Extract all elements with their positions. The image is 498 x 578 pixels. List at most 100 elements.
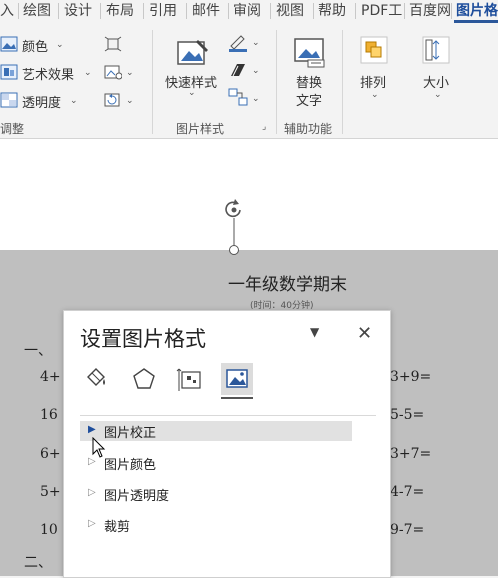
effects-tab[interactable] [128,363,160,395]
tab-picture-format[interactable]: 图片格 [456,0,498,22]
tab-separator [355,3,356,19]
pane-options-dropdown[interactable]: ▼ [310,325,319,339]
tab-separator [18,3,19,19]
compress-pictures-icon[interactable] [104,36,122,52]
section-label: 图片颜色 [104,458,157,473]
tab-separator [100,3,101,19]
math-problem-left: 10 [40,522,58,538]
math-problem-left: 4+ [40,369,61,385]
picture-border-icon[interactable] [228,34,248,52]
reset-picture-icon[interactable] [104,92,122,108]
document-title: 一年级数学期末 [228,275,347,295]
chevron-down-icon[interactable]: ⌄ [126,96,134,106]
math-problem-right: 5-5= [390,407,425,423]
section-one-heading: 一、 [24,343,52,359]
section-crop[interactable]: ▷ 裁剪 [80,515,352,535]
tab-help[interactable]: 帮助 [318,0,346,22]
chevron-down-icon[interactable]: ⌄ [188,88,196,98]
tab-separator [404,3,405,19]
chevron-down-icon[interactable]: ⌄ [70,96,78,106]
chevron-down-icon[interactable]: ⌄ [252,66,260,76]
tab-separator [143,3,144,19]
group-label-adjust: 调整 [0,122,25,136]
chevron-down-icon[interactable]: ⌄ [434,90,442,100]
section-picture-transparency[interactable]: ▷ 图片透明度 [80,484,352,504]
size-button[interactable]: 大小 [423,72,449,91]
tab-view[interactable]: 视图 [276,0,304,22]
artistic-effects-icon [0,64,18,80]
group-label-picture-styles: 图片样式 [176,122,225,136]
tab-separator [451,3,452,19]
group-separator [276,30,277,134]
artistic-effects-button[interactable]: 艺术效果 [22,64,74,83]
picture-layout-icon[interactable] [228,88,248,106]
transparency-button[interactable]: 透明度 [22,92,61,111]
tab-separator [228,3,229,19]
math-problem-right: 3+7= [390,446,432,462]
picture-effects-icon[interactable] [228,62,248,78]
color-button[interactable]: 颜色 [22,36,48,55]
tab-separator [313,3,314,19]
group-separator [342,30,343,134]
tab-review[interactable]: 审阅 [233,0,261,22]
alt-text-icon[interactable] [294,38,326,68]
expand-arrow-icon: ▷ [88,518,96,529]
tab-insert[interactable]: 入 [0,0,14,22]
arrange-button[interactable]: 排列 [360,72,386,91]
group-separator [152,30,153,134]
tab-references[interactable]: 引用 [149,0,177,22]
alt-text-label-line1[interactable]: 替换 [296,72,322,91]
active-tab-indicator [454,20,498,23]
math-problem-right: 9-7= [390,522,425,538]
picture-tab[interactable] [221,363,253,395]
change-picture-icon[interactable] [104,64,122,80]
tab-mailings[interactable]: 邮件 [192,0,220,22]
pane-title: 设置图片格式 [80,327,206,351]
tab-baidu[interactable]: 百度网 [409,0,451,22]
dialog-launcher-icon[interactable]: ⌟ [262,122,266,132]
expand-arrow-icon: ▶ [88,424,96,435]
size-icon[interactable] [422,36,450,64]
math-problem-left: 5+ [40,484,61,500]
mouse-cursor-icon [92,436,106,463]
section-picture-color[interactable]: ▷ 图片颜色 [80,453,352,473]
tab-layout[interactable]: 布局 [106,0,134,22]
quick-styles-icon[interactable] [176,38,210,68]
tab-separator [58,3,59,19]
tab-pdf-tools[interactable]: PDF工 [361,0,402,22]
section-label: 图片校正 [104,426,157,441]
pane-divider [80,415,376,416]
group-label-accessibility: 辅助功能 [284,122,333,136]
chevron-down-icon[interactable]: ⌄ [252,38,260,48]
format-picture-pane: 设置图片格式 ▼ ✕ ▶ 图片校正 ▷ 图片颜色 ▷ 图片透明度 ▷ 裁剪 [63,310,391,578]
math-problem-left: 6+ [40,446,61,462]
chevron-down-icon[interactable]: ⌄ [252,94,260,104]
chevron-down-icon[interactable]: ⌄ [371,90,379,100]
rotate-handle-icon[interactable] [221,196,247,256]
math-problem-right: 3+9= [390,369,432,385]
section-label: 图片透明度 [104,489,170,504]
tab-separator [270,3,271,19]
chevron-down-icon[interactable]: ⌄ [56,40,64,50]
tab-separator [186,3,187,19]
ribbon: 颜色 ⌄ 艺术效果 ⌄ 透明度 ⌄ ⌄ ⌄ 调整 快速样式 ⌄ ⌄ ⌄ ⌄ 图片… [0,24,498,139]
layout-properties-tab[interactable] [174,363,206,395]
document-page-top [0,139,498,250]
arrange-icon[interactable] [360,36,388,64]
alt-text-label-line2[interactable]: 文字 [296,90,322,109]
selected-tab-indicator [221,397,253,399]
fill-line-tab[interactable] [80,363,112,395]
section-two-heading: 二、 [24,555,52,571]
chevron-down-icon[interactable]: ⌄ [84,68,92,78]
section-picture-corrections[interactable]: ▶ 图片校正 [80,421,352,441]
tab-design[interactable]: 设计 [64,0,92,22]
math-problem-left: 16 [40,407,58,423]
tab-draw[interactable]: 绘图 [23,0,51,22]
ribbon-tab-bar: 入 绘图 设计 布局 引用 邮件 审阅 视图 帮助 PDF工 百度网 图片格 [0,0,498,24]
transparency-icon [0,92,18,108]
chevron-down-icon[interactable]: ⌄ [126,68,134,78]
close-icon[interactable]: ✕ [357,323,372,344]
math-problem-right: 4-7= [390,484,425,500]
color-icon [0,36,18,52]
expand-arrow-icon: ▷ [88,487,96,498]
